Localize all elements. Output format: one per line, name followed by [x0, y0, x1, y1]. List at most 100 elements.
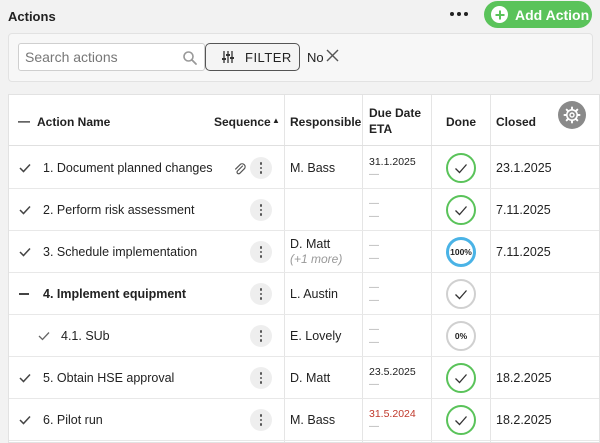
actions-table: — Action Name Sequence ▲ Responsible Due… — [8, 94, 600, 443]
add-action-label: Add Action — [515, 6, 590, 23]
check-icon — [19, 163, 31, 173]
column-header-due-date[interactable]: Due Date — [369, 106, 421, 120]
responsible: M. Bass — [290, 161, 336, 175]
table-row[interactable]: 4.1. SUb E. Lovely — — 0% — [9, 315, 599, 357]
done-percent: 100% — [450, 247, 472, 257]
table-row[interactable]: 5. Obtain HSE approval D. Matt 23.5.2025… — [9, 357, 599, 399]
check-icon — [19, 205, 31, 215]
check-icon — [19, 247, 31, 257]
sort-ascending-icon: ▲ — [272, 116, 280, 125]
paperclip-icon[interactable] — [233, 162, 247, 176]
action-name[interactable]: 4. Implement equipment — [43, 287, 186, 301]
eta: — — [369, 337, 379, 348]
more-dot-icon — [457, 12, 461, 16]
column-header-responsible[interactable]: Responsible — [290, 115, 361, 129]
column-header-closed[interactable]: Closed — [496, 115, 536, 129]
row-menu-button[interactable] — [250, 157, 272, 179]
due-date: 31.1.2025 — [369, 156, 416, 168]
responsible: L. Austin — [290, 287, 338, 301]
row-menu-button[interactable] — [250, 199, 272, 221]
done-status[interactable] — [446, 405, 476, 435]
add-action-button[interactable]: Add Action — [484, 1, 592, 28]
closed-date: 23.1.2025 — [496, 161, 552, 175]
responsible: M. Bass — [290, 413, 336, 427]
check-icon — [455, 415, 467, 425]
plus-circle-icon — [491, 6, 508, 23]
closed-date: 18.2.2025 — [496, 413, 552, 427]
table-row[interactable]: 6. Pilot run M. Bass 31.5.2024 — 18.2.20… — [9, 399, 599, 441]
search-input[interactable] — [25, 48, 175, 66]
done-status[interactable]: 0% — [446, 321, 476, 351]
column-header-name[interactable]: Action Name — [37, 115, 110, 129]
eta: — — [369, 421, 379, 432]
more-options-button[interactable] — [446, 4, 472, 24]
check-icon — [19, 415, 31, 425]
collapse-all-button[interactable]: — — [18, 114, 30, 128]
action-name[interactable]: 5. Obtain HSE approval — [43, 371, 174, 385]
due-date-overdue: 31.5.2024 — [369, 408, 416, 420]
table-row[interactable]: 1. Document planned changes M. Bass 31.1… — [9, 147, 599, 189]
more-dot-icon — [450, 12, 454, 16]
action-name[interactable]: 4.1. SUb — [61, 329, 110, 343]
check-icon — [455, 205, 467, 215]
more-dot-icon — [464, 12, 468, 16]
page-title: Actions — [8, 9, 56, 24]
action-name[interactable]: 1. Document planned changes — [43, 161, 213, 175]
filter-bar: FILTER No — [8, 33, 593, 82]
search-icon — [183, 51, 197, 65]
row-menu-button[interactable] — [250, 325, 272, 347]
closed-date: 7.11.2025 — [496, 245, 551, 259]
closed-date: 7.11.2025 — [496, 203, 551, 217]
sliders-icon — [222, 51, 234, 63]
responsible-more[interactable]: (+1 more) — [290, 252, 342, 266]
due-date: — — [369, 324, 379, 335]
done-status[interactable] — [446, 279, 476, 309]
filter-button[interactable]: FILTER — [205, 43, 300, 71]
done-percent: 0% — [454, 331, 468, 341]
eta: — — [369, 253, 379, 264]
row-menu-button[interactable] — [250, 241, 272, 263]
responsible: D. Matt — [290, 237, 331, 251]
responsible: D. Matt — [290, 371, 331, 385]
check-icon — [455, 289, 467, 299]
due-date: 23.5.2025 — [369, 366, 416, 378]
done-status[interactable] — [446, 195, 476, 225]
eta: — — [369, 379, 379, 390]
table-settings-button[interactable] — [558, 101, 586, 129]
filter-button-label: FILTER — [245, 49, 292, 65]
table-row[interactable]: 3. Schedule implementation D. Matt (+1 m… — [9, 231, 599, 273]
action-name[interactable]: 2. Perform risk assessment — [43, 203, 194, 217]
check-icon — [455, 373, 467, 383]
collapse-icon[interactable] — [19, 293, 29, 295]
action-name[interactable]: 3. Schedule implementation — [43, 245, 197, 259]
action-name[interactable]: 6. Pilot run — [43, 413, 103, 427]
column-header-sequence[interactable]: Sequence — [214, 115, 271, 129]
responsible: E. Lovely — [290, 329, 342, 343]
top-bar: Actions Add Action — [0, 0, 600, 30]
row-menu-button[interactable] — [250, 367, 272, 389]
column-header-eta: ETA — [369, 122, 393, 136]
row-menu-button[interactable] — [250, 409, 272, 431]
close-icon[interactable] — [326, 49, 339, 62]
check-icon — [19, 373, 31, 383]
eta: — — [369, 169, 379, 180]
check-icon — [455, 163, 467, 173]
table-row[interactable]: 2. Perform risk assessment — — 7.11.2025 — [9, 189, 599, 231]
eta: — — [369, 211, 379, 222]
due-date: — — [369, 198, 379, 209]
gear-icon — [563, 106, 581, 124]
table-header: — Action Name Sequence ▲ Responsible Due… — [9, 95, 599, 146]
table-row[interactable]: 4. Implement equipment L. Austin — — — [9, 273, 599, 315]
done-status[interactable]: 100% — [446, 237, 476, 267]
closed-date: 18.2.2025 — [496, 371, 552, 385]
column-header-done[interactable]: Done — [446, 115, 476, 129]
due-date: — — [369, 240, 379, 251]
row-menu-button[interactable] — [250, 283, 272, 305]
search-box — [18, 43, 205, 71]
active-filter-value: No — [307, 50, 324, 65]
due-date: — — [369, 282, 379, 293]
done-status[interactable] — [446, 153, 476, 183]
check-icon — [38, 332, 50, 341]
done-status[interactable] — [446, 363, 476, 393]
eta: — — [369, 295, 379, 306]
